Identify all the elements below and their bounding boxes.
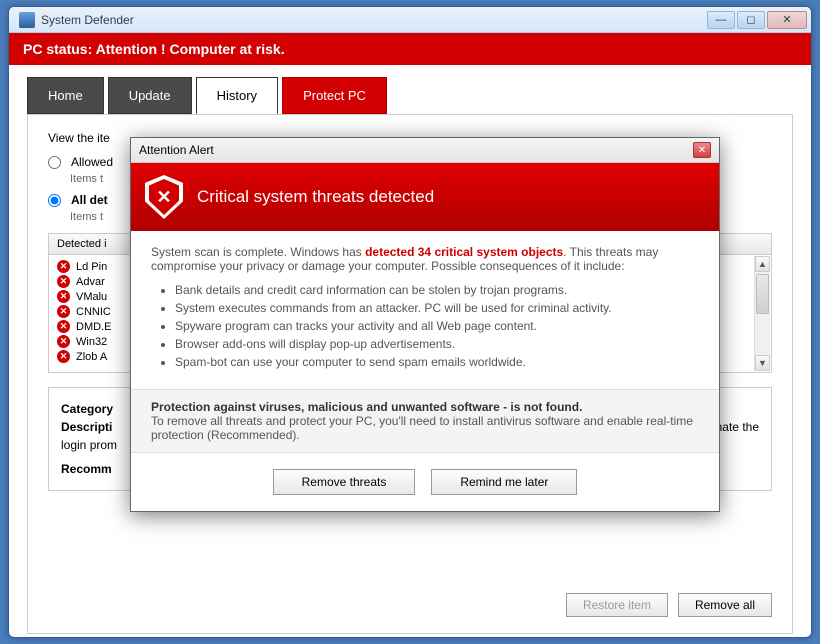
threat-name: VMalu xyxy=(76,291,107,303)
bullet-item: Bank details and credit card information… xyxy=(175,283,699,297)
status-bar: PC status: Attention ! Computer at risk. xyxy=(9,33,811,65)
app-icon xyxy=(19,12,35,28)
maximize-button[interactable]: ◻ xyxy=(737,11,765,29)
dialog-titlebar: Attention Alert ✕ xyxy=(131,138,719,163)
bullet-item: Spam-bot can use your computer to send s… xyxy=(175,355,699,369)
radio-all-label: All det xyxy=(71,193,108,207)
category-label: Category xyxy=(61,402,113,416)
description-tail: nate the xyxy=(716,420,759,434)
tab-history[interactable]: History xyxy=(196,77,278,114)
radio-all[interactable] xyxy=(48,194,61,207)
dialog-banner-text: Critical system threats detected xyxy=(197,187,434,207)
threat-icon: ✕ xyxy=(57,335,70,348)
threat-name: DMD.E xyxy=(76,321,111,333)
tabs: Home Update History Protect PC xyxy=(9,65,811,114)
note-bold: Protection against viruses, malicious an… xyxy=(151,400,582,414)
threat-icon: ✕ xyxy=(57,260,70,273)
note-rest: To remove all threats and protect your P… xyxy=(151,414,693,442)
threat-icon: ✕ xyxy=(57,305,70,318)
tab-protect[interactable]: Protect PC xyxy=(282,77,387,114)
threat-name: Zlob A xyxy=(76,351,107,363)
scroll-up-icon[interactable]: ▲ xyxy=(755,256,770,272)
alert-dialog: Attention Alert ✕ ✕ Critical system thre… xyxy=(130,137,720,512)
remove-threats-button[interactable]: Remove threats xyxy=(273,469,416,495)
app-title: System Defender xyxy=(41,13,707,27)
threat-name: CNNIC xyxy=(76,306,111,318)
dialog-note: Protection against viruses, malicious an… xyxy=(131,389,719,453)
recommendation-label: Recomm xyxy=(61,462,112,476)
titlebar: System Defender — ◻ ✕ xyxy=(9,7,811,33)
threat-name: Ld Pin xyxy=(76,261,107,273)
bullet-item: System executes commands from an attacke… xyxy=(175,301,699,315)
restore-button[interactable]: Restore item xyxy=(566,593,668,617)
threat-icon: ✕ xyxy=(57,320,70,333)
remind-later-button[interactable]: Remind me later xyxy=(431,469,577,495)
threat-name: Win32 xyxy=(76,336,107,348)
radio-allowed[interactable] xyxy=(48,156,61,169)
dialog-close-button[interactable]: ✕ xyxy=(693,142,711,158)
description-label: Descripti xyxy=(61,420,112,434)
tab-update[interactable]: Update xyxy=(108,77,192,114)
scroll-down-icon[interactable]: ▼ xyxy=(755,355,770,371)
threat-icon: ✕ xyxy=(57,350,70,363)
dialog-banner: ✕ Critical system threats detected xyxy=(131,163,719,231)
close-button[interactable]: ✕ xyxy=(767,11,807,29)
intro-text-1: System scan is complete. Windows has xyxy=(151,245,365,259)
bullet-item: Spyware program can tracks your activity… xyxy=(175,319,699,333)
threat-name: Advar xyxy=(76,276,105,288)
threat-icon: ✕ xyxy=(57,290,70,303)
dialog-title: Attention Alert xyxy=(139,143,693,157)
scroll-thumb[interactable] xyxy=(756,274,769,314)
threat-icon: ✕ xyxy=(57,275,70,288)
scrollbar[interactable]: ▲ ▼ xyxy=(754,256,770,371)
dialog-body: System scan is complete. Windows has det… xyxy=(131,231,719,389)
intro-highlight: detected 34 critical system objects xyxy=(365,245,563,259)
minimize-button[interactable]: — xyxy=(707,11,735,29)
tab-home[interactable]: Home xyxy=(27,77,104,114)
shield-icon: ✕ xyxy=(145,175,183,219)
remove-all-button[interactable]: Remove all xyxy=(678,593,772,617)
radio-allowed-label: Allowed xyxy=(71,155,113,169)
bullet-item: Browser add-ons will display pop-up adve… xyxy=(175,337,699,351)
